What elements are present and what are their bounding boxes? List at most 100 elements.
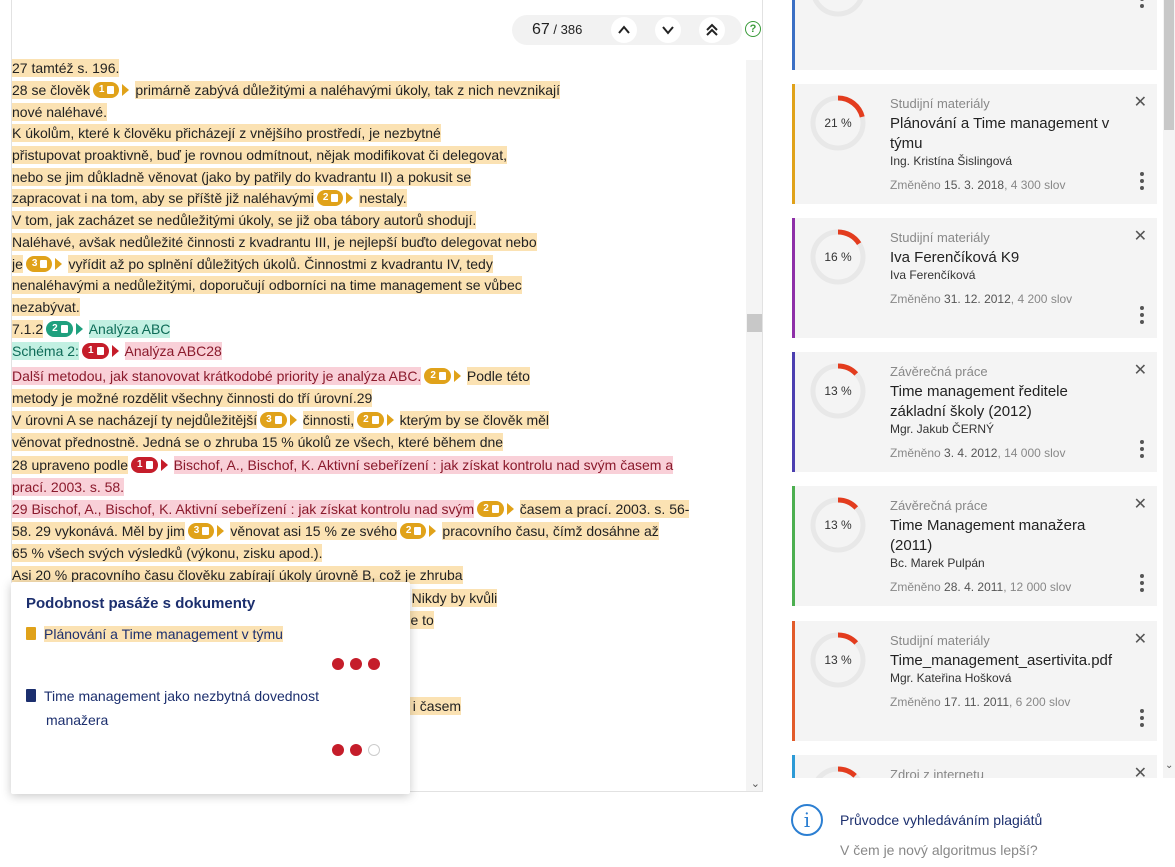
highlighted-passage[interactable]: nezabývat.: [12, 298, 80, 316]
source-match-badge[interactable]: 3: [187, 523, 215, 540]
similar-document-label-continued[interactable]: manažera: [26, 712, 108, 728]
expand-arrow-icon[interactable]: [386, 414, 394, 427]
more-options-icon[interactable]: [1140, 172, 1144, 190]
expand-arrow-icon[interactable]: [217, 525, 225, 538]
close-icon[interactable]: ✕: [1134, 92, 1147, 112]
highlighted-passage[interactable]: věnovat přednostně. Jedná se o zhruba 15…: [12, 433, 504, 451]
highlighted-passage[interactable]: Bischof, A., Bischof, K. Aktivní sebeříz…: [173, 456, 674, 474]
source-title[interactable]: Iva Ferenčíková K9: [890, 248, 1115, 268]
scroll-down-icon[interactable]: ⌄: [751, 777, 760, 790]
source-title[interactable]: Time Management manažera (2011): [890, 516, 1115, 556]
highlighted-passage[interactable]: Analýza ABC28: [124, 342, 222, 360]
source-title-line[interactable]: Plánování a Time management v: [890, 115, 1109, 132]
expand-arrow-icon[interactable]: [429, 525, 437, 538]
expand-arrow-icon[interactable]: [160, 459, 168, 472]
expand-arrow-icon[interactable]: [55, 258, 63, 271]
next-match-button[interactable]: [655, 17, 681, 43]
highlighted-passage[interactable]: nebo se jim důkladně věnovat (jako by pa…: [12, 168, 472, 186]
source-title-line[interactable]: (2011): [890, 537, 932, 554]
highlighted-passage[interactable]: Analýza ABC: [88, 320, 171, 338]
algorithm-news-link[interactable]: V čem je nový algoritmus lepší?: [840, 842, 1038, 858]
highlighted-passage[interactable]: 27 tamtéž s. 196.: [12, 59, 120, 77]
highlighted-passage[interactable]: 58. 29 vykonává. Měl by jim: [12, 522, 185, 540]
source-match-badge[interactable]: 2: [424, 368, 451, 385]
expand-arrow-icon[interactable]: [75, 323, 83, 336]
plagiarism-guide-link[interactable]: Průvodce vyhledáváním plagiátů: [840, 812, 1042, 828]
source-title-line[interactable]: Time_management_asertivita.pdf: [890, 652, 1112, 669]
highlighted-passage[interactable]: je: [12, 255, 23, 273]
highlighted-passage[interactable]: Další metodou, jak stanovovat krátkodobé…: [12, 367, 422, 385]
highlighted-passage[interactable]: 7.1.2: [12, 320, 44, 338]
similar-document-label[interactable]: Plánování a Time management v týmu: [44, 626, 283, 642]
help-icon[interactable]: ?: [745, 21, 761, 37]
similar-document-item[interactable]: Plánování a Time management v týmu: [26, 622, 283, 646]
highlighted-passage[interactable]: K úkolům, které k člověku přicházejí z v…: [12, 124, 441, 142]
expand-arrow-icon[interactable]: [453, 370, 461, 383]
highlighted-passage[interactable]: přistupovat proaktivně, buď je rovnou od…: [12, 146, 507, 164]
more-options-icon[interactable]: [1140, 306, 1144, 324]
document-scrollbar-thumb[interactable]: [747, 314, 762, 332]
expand-arrow-icon[interactable]: [111, 345, 119, 358]
expand-arrow-icon[interactable]: [346, 192, 354, 205]
highlighted-passage[interactable]: 65 % všech svých výsledků (výkonu, zisku…: [12, 544, 323, 562]
source-title-line[interactable]: Time Management manažera: [890, 517, 1085, 534]
source-card[interactable]: 21 % Studijní materiály Plánování a Time m…: [792, 84, 1157, 204]
source-match-badge[interactable]: 3: [25, 256, 53, 273]
highlighted-passage[interactable]: 28 se člověk: [12, 81, 90, 99]
source-card[interactable]: 13 % Závěrečná práce Time management ředit…: [792, 352, 1157, 472]
more-options-icon[interactable]: [1140, 574, 1144, 592]
highlighted-passage[interactable]: 29 Bischof, A., Bischof, K. Aktivní sebe…: [12, 500, 475, 518]
highlighted-passage[interactable]: pracovního času, čímž dosáhne až: [442, 522, 659, 540]
source-match-badge[interactable]: 2: [399, 523, 427, 540]
expand-arrow-icon[interactable]: [506, 503, 514, 516]
first-match-button[interactable]: [699, 17, 725, 43]
more-options-icon[interactable]: [1140, 709, 1144, 727]
highlighted-passage[interactable]: nestaly.: [359, 189, 407, 207]
source-match-badge[interactable]: 2: [46, 321, 73, 338]
highlighted-passage[interactable]: metody je možné rozdělit všechny činnost…: [12, 389, 373, 407]
highlighted-passage[interactable]: primárně zabývá důležitými a naléhavými …: [135, 81, 560, 99]
highlighted-passage[interactable]: kterým by se člověk měl: [399, 411, 550, 429]
highlighted-passage[interactable]: činnosti,: [302, 411, 355, 429]
highlighted-passage[interactable]: V tom, jak zacházet se nedůležitými úkol…: [12, 211, 477, 229]
highlighted-passage[interactable]: Podle této: [466, 367, 530, 385]
highlighted-passage[interactable]: věnovat asi 15 % ze svého: [230, 522, 397, 540]
source-card[interactable]: 16 % Studijní materiály Iva Ferenčíková K9…: [792, 218, 1157, 338]
source-match-badge[interactable]: 2: [477, 501, 504, 518]
previous-match-button[interactable]: [611, 17, 637, 43]
source-title-line[interactable]: základní školy (2012): [890, 403, 1032, 420]
highlighted-passage[interactable]: prací. 2003. s. 58.: [12, 478, 125, 496]
close-icon[interactable]: ✕: [1134, 226, 1147, 246]
source-title[interactable]: Plánování a Time management v týmu: [890, 114, 1115, 154]
highlighted-passage[interactable]: časem a prací. 2003. s. 56-: [519, 500, 690, 518]
source-title[interactable]: Time management ředitele základní školy (…: [890, 382, 1115, 422]
similar-document-item[interactable]: Time management jako nezbytná dovednost m…: [26, 684, 319, 732]
source-match-badge[interactable]: 1: [131, 457, 158, 474]
source-title-line[interactable]: Time management ředitele: [890, 383, 1068, 400]
sources-scrollbar-thumb[interactable]: [1164, 0, 1174, 130]
close-icon[interactable]: ✕: [1134, 629, 1147, 649]
close-icon[interactable]: ✕: [1134, 360, 1147, 380]
close-icon[interactable]: ✕: [1134, 494, 1147, 514]
highlighted-passage[interactable]: V úrovni A se nacházejí ty nejdůležitějš…: [12, 411, 258, 429]
expand-arrow-icon[interactable]: [122, 84, 130, 97]
highlighted-passage[interactable]: nové naléhavé.: [12, 103, 107, 121]
highlighted-passage[interactable]: Nikdy by kvůli: [411, 589, 498, 607]
source-match-badge[interactable]: 2: [357, 412, 384, 429]
more-options-icon[interactable]: [1140, 440, 1144, 458]
scroll-down-icon[interactable]: ⌄: [1165, 760, 1173, 771]
expand-arrow-icon[interactable]: [289, 414, 297, 427]
highlighted-passage[interactable]: vyřídit až po splnění důležitých úkolů. …: [68, 255, 493, 273]
source-title[interactable]: Time_management_asertivita.pdf: [890, 651, 1115, 671]
source-card[interactable]: 13 % Závěrečná práce Time Management manaž…: [792, 486, 1157, 606]
highlighted-passage[interactable]: Naléhavé, avšak nedůležité činnosti z kv…: [12, 233, 537, 251]
more-options-icon[interactable]: [1140, 0, 1144, 8]
source-title-line[interactable]: Iva Ferenčíková K9: [890, 249, 1019, 266]
source-card[interactable]: Zdroj z internetu ✕: [792, 755, 1157, 778]
highlighted-passage[interactable]: nenaléhavými a nedůležitými, doporučují …: [12, 276, 522, 294]
source-match-badge[interactable]: 1: [81, 343, 109, 360]
source-match-badge[interactable]: 2: [316, 190, 344, 207]
highlighted-passage[interactable]: zapracovat i na tom, aby se příště již n…: [12, 189, 314, 207]
source-title-line[interactable]: týmu: [890, 135, 923, 152]
source-card[interactable]: Ing. Olena KostkinaZměněno 23. 5. 2016, …: [792, 0, 1157, 70]
